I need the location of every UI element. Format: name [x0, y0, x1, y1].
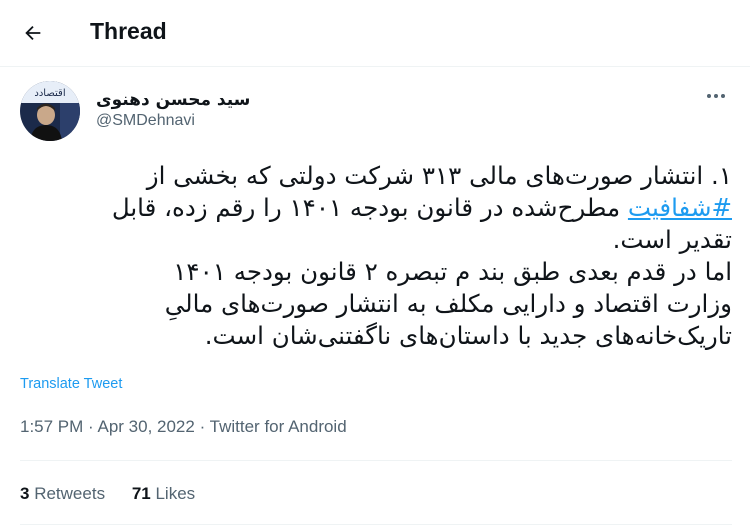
tweet-time[interactable]: 1:57 PM [20, 417, 83, 436]
likes-label: Likes [155, 484, 196, 503]
avatar-text: اقتصادد [34, 88, 65, 99]
tweet-line-2-rest: مطرح‌شده در قانون بودجه ۱۴۰۱ را رقم زده،… [111, 193, 628, 222]
meta-separator: · [83, 417, 98, 436]
more-horizontal-icon [707, 94, 725, 98]
back-button[interactable] [14, 14, 52, 52]
tweet-source[interactable]: Twitter for Android [210, 417, 347, 436]
tweet-text: ۱. انتشار صورت‌های مالی ۳۱۳ شرکت دولتی ک… [20, 160, 732, 352]
top-bar: Thread [0, 0, 750, 66]
author-display-name[interactable]: سید محسن دهنوی [96, 90, 250, 110]
tweet-line-2: #شفافیت مطرح‌شده در قانون بودجه ۱۴۰۱ را … [20, 192, 732, 224]
arrow-left-icon [25, 25, 41, 41]
meta-divider [20, 460, 732, 461]
tweet-stats: 3 Retweets 71 Likes [20, 484, 217, 504]
hashtag-link[interactable]: #شفافیت [628, 193, 732, 222]
page-title: Thread [90, 18, 167, 44]
tweet-line-5: وزارت اقتصاد و دارایی مکلف به انتشار صور… [164, 289, 732, 318]
tweet-line-3: تقدیر است. [612, 225, 732, 254]
tweet-line-1: ۱. انتشار صورت‌های مالی ۳۱۳ شرکت دولتی ک… [146, 161, 732, 190]
retweets-label: Retweets [34, 484, 106, 503]
likes-stat[interactable]: 71 Likes [132, 484, 195, 504]
tweet-line-4: اما در قدم بعدی طبق بند م تبصره ۲ قانون … [173, 257, 732, 286]
header-divider [0, 66, 750, 67]
more-options-button[interactable] [700, 84, 732, 108]
tweet-meta: 1:57 PM · Apr 30, 2022 · Twitter for And… [20, 417, 347, 437]
likes-count: 71 [131, 484, 151, 503]
avatar-image: اقتصادد [20, 81, 80, 141]
meta-separator: · [194, 417, 210, 436]
translate-tweet-link[interactable]: Translate Tweet [20, 376, 122, 392]
avatar[interactable]: اقتصادد [20, 81, 80, 141]
retweets-stat[interactable]: 3 Retweets [20, 484, 105, 504]
tweet-date[interactable]: Apr 30, 2022 [97, 417, 194, 436]
stats-divider [20, 524, 732, 525]
author-handle[interactable]: @SMDehnavi [96, 112, 195, 130]
tweet-line-6: تاریک‌خانه‌های جدید با داستان‌های ناگفتن… [204, 321, 732, 350]
retweets-count: 3 [20, 484, 30, 503]
